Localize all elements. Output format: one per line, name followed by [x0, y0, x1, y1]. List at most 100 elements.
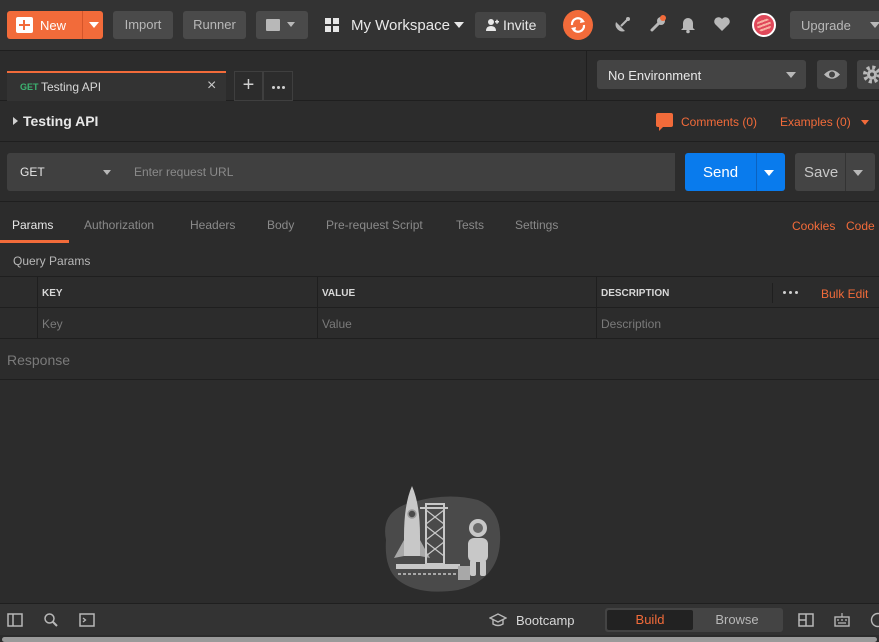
add-user-icon [486, 19, 499, 31]
key-input[interactable] [38, 308, 317, 339]
keyboard-icon[interactable] [834, 612, 850, 628]
response-header: Response [0, 340, 879, 380]
key-header: KEY [42, 288, 63, 299]
description-input[interactable] [597, 308, 879, 339]
console-icon[interactable] [79, 612, 95, 628]
request-title[interactable]: Testing API [23, 113, 98, 129]
avatar[interactable] [752, 13, 776, 37]
expand-icon[interactable] [13, 117, 18, 125]
tab-tests[interactable]: Tests [456, 218, 484, 232]
build-tab[interactable]: Build [607, 610, 693, 630]
request-name-bar: Testing API Comments (0) Examples (0) [0, 102, 879, 142]
sync-button[interactable] [563, 10, 593, 40]
tab-settings[interactable]: Settings [515, 218, 558, 232]
close-icon[interactable]: × [207, 77, 216, 95]
workspace-grid-icon [325, 18, 339, 32]
search-icon[interactable] [43, 612, 59, 628]
new-window-button[interactable] [256, 11, 308, 39]
description-header: DESCRIPTION [601, 288, 670, 299]
value-column-header: VALUE [318, 277, 597, 308]
bootcamp-icon [489, 613, 507, 627]
chevron-down-icon[interactable] [764, 170, 774, 176]
chevron-down-icon[interactable] [853, 170, 863, 176]
add-tab-button[interactable]: + [234, 71, 263, 101]
tab-authorization[interactable]: Authorization [84, 218, 154, 232]
tab-headers[interactable]: Headers [190, 218, 235, 232]
examples-button[interactable]: Examples (0) [780, 115, 869, 129]
horizontal-scrollbar[interactable] [0, 635, 879, 642]
new-button[interactable]: New [7, 11, 103, 39]
help-icon[interactable] [870, 612, 879, 628]
save-button[interactable]: Save [795, 153, 875, 191]
chevron-down-icon [786, 72, 796, 78]
build-browse-toggle: Build Browse [605, 608, 783, 632]
value-cell [318, 308, 597, 339]
upgrade-button[interactable]: Upgrade [790, 11, 879, 39]
table-row [0, 308, 879, 339]
new-button-label: New [40, 18, 67, 33]
key-column-header: KEY [38, 277, 318, 308]
environment-selector[interactable]: No Environment [597, 60, 806, 89]
query-params-title: Query Params [13, 254, 91, 268]
value-header: VALUE [322, 288, 356, 299]
workspace-label: My Workspace [351, 17, 450, 34]
satellite-icon[interactable] [613, 14, 633, 34]
chevron-down-icon[interactable] [89, 22, 99, 28]
workspace-selector[interactable]: My Workspace [325, 11, 467, 39]
bulk-edit-link[interactable]: Bulk Edit [821, 287, 868, 301]
browse-tab[interactable]: Browse [693, 610, 781, 630]
description-cell [597, 308, 879, 339]
send-divider [756, 153, 757, 191]
tab-name: Testing API [41, 80, 102, 94]
environment-quick-look-button[interactable] [817, 60, 847, 89]
chevron-down-icon [454, 22, 464, 28]
settings-button[interactable] [857, 60, 879, 89]
status-bar: Bootcamp Build Browse [0, 603, 879, 635]
code-link[interactable]: Code [846, 219, 875, 233]
sync-icon [570, 17, 586, 33]
request-tab[interactable]: GET Testing API × [7, 71, 226, 101]
tab-more-button[interactable] [263, 71, 293, 101]
checkbox-column [0, 277, 38, 308]
save-label: Save [804, 164, 839, 181]
import-button[interactable]: Import [113, 11, 173, 39]
table-header-row: KEY VALUE DESCRIPTION Bulk Edit [0, 277, 879, 308]
bell-icon[interactable] [678, 14, 698, 34]
two-pane-icon[interactable] [798, 612, 814, 628]
divider [586, 51, 587, 101]
value-input[interactable] [318, 308, 596, 339]
top-header: New Import Runner My Workspace Invite Up… [0, 0, 879, 51]
upgrade-label: Upgrade [801, 18, 851, 33]
tab-body[interactable]: Body [267, 218, 294, 232]
comment-icon [656, 113, 673, 131]
request-tabs: Params Authorization Headers Body Pre-re… [0, 203, 879, 243]
tab-pre-request-script[interactable]: Pre-request Script [326, 218, 423, 232]
runner-button[interactable]: Runner [183, 11, 246, 39]
comments-label: Comments (0) [681, 115, 758, 129]
key-cell [38, 308, 318, 339]
chevron-down-icon [870, 22, 879, 28]
heart-icon[interactable] [712, 14, 732, 34]
request-tab-bar: GET Testing API × + No Environment [0, 51, 879, 101]
url-input[interactable] [122, 153, 675, 191]
more-options-icon[interactable] [783, 291, 803, 295]
divider [772, 283, 773, 303]
plus-icon [16, 17, 33, 33]
scrollbar-thumb[interactable] [2, 637, 877, 642]
postman-window: New Import Runner My Workspace Invite Up… [0, 0, 879, 642]
save-divider [845, 153, 846, 191]
send-button[interactable]: Send [685, 153, 785, 191]
method-select[interactable]: GET [7, 153, 122, 191]
response-label: Response [7, 352, 71, 368]
method-label: GET [20, 165, 45, 179]
tab-params[interactable]: Params [12, 218, 53, 232]
cookies-link[interactable]: Cookies [792, 219, 835, 233]
wrench-icon[interactable] [648, 14, 668, 34]
sidebar-icon[interactable] [7, 612, 23, 628]
active-tab-indicator [0, 240, 69, 243]
invite-button[interactable]: Invite [475, 12, 546, 38]
rocket-astronaut-illustration [385, 486, 501, 592]
new-window-icon [266, 19, 280, 31]
examples-label: Examples (0) [780, 115, 851, 129]
send-label: Send [703, 164, 739, 181]
